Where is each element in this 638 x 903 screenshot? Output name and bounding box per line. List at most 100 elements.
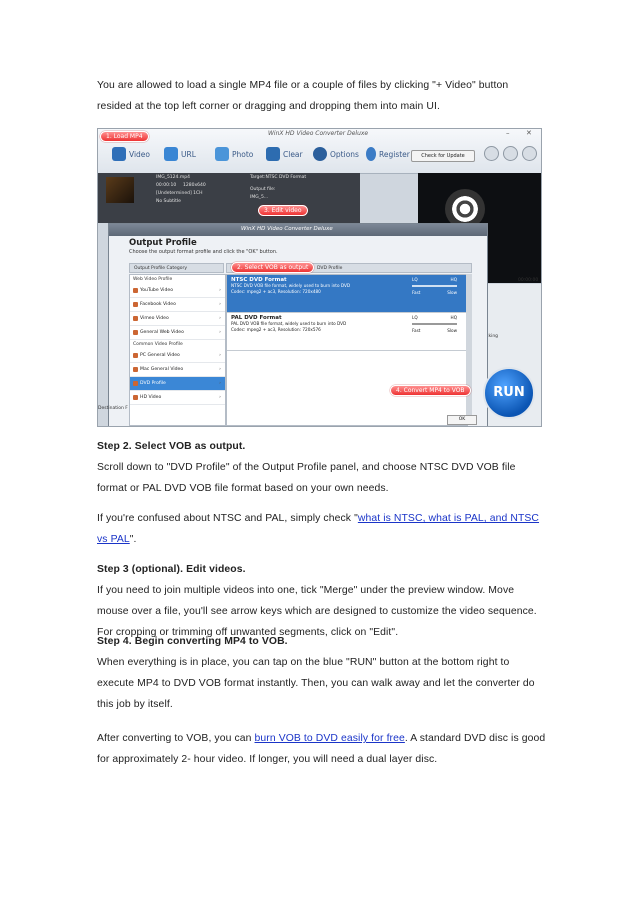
ntsc-paragraph: If you're confused about NTSC and PAL, s… bbox=[97, 508, 547, 550]
dialog-heading: Output Profile bbox=[129, 238, 197, 248]
photo-label: Photo bbox=[232, 149, 254, 159]
document-page: You are allowed to load a single MP4 fil… bbox=[0, 0, 638, 903]
lq-label: LQ bbox=[412, 277, 418, 282]
tools-icon bbox=[313, 147, 327, 161]
callout-select-vob: 2. Select VOB as output bbox=[231, 262, 315, 273]
add-url-button[interactable]: URL bbox=[164, 145, 196, 163]
video-thumbnail bbox=[106, 177, 134, 203]
intro-paragraph: You are allowed to load a single MP4 fil… bbox=[97, 75, 547, 117]
ntsc-line-2: vs PAL". bbox=[97, 529, 547, 550]
close-icon[interactable]: ✕ bbox=[526, 129, 532, 137]
target-format: Target:NTSC DVD Format bbox=[250, 175, 307, 180]
converter-screenshot: WinX HD Video Converter Deluxe – ✕ Video… bbox=[97, 128, 542, 427]
dialog-title: WinX HD Video Converter Deluxe bbox=[241, 226, 333, 232]
ntsc-pal-link-cont[interactable]: vs PAL bbox=[97, 534, 130, 545]
step4-section: Step 4. Begin converting MP4 to VOB. Whe… bbox=[97, 631, 547, 715]
callout-convert: 4. Convert MP4 to VOB bbox=[390, 385, 471, 396]
file-list-area bbox=[98, 173, 360, 223]
step2-line-1: Scroll down to "DVD Profile" of the Outp… bbox=[97, 462, 516, 473]
trash-icon bbox=[266, 147, 280, 161]
after-paragraph: After converting to VOB, you can burn VO… bbox=[97, 728, 547, 770]
home-icon[interactable] bbox=[503, 146, 518, 161]
dialog-subtitle: Choose the output format profile and cli… bbox=[129, 249, 278, 255]
category-list: Web Video Profile YouTube Video Facebook… bbox=[129, 274, 226, 426]
film-plus-icon bbox=[112, 147, 126, 161]
add-photo-button[interactable]: Photo bbox=[215, 145, 253, 163]
step4-line-2: execute MP4 to DVD VOB format instantly.… bbox=[97, 678, 535, 689]
destination-folder-label: Destination F bbox=[98, 406, 128, 411]
run-button[interactable]: RUN bbox=[483, 367, 535, 419]
file-subtitle: No Subtitle bbox=[156, 199, 181, 204]
quality-slider[interactable]: LQ HQ Fast Slow bbox=[412, 315, 457, 333]
step2-section: Step 2. Select VOB as output. Scroll dow… bbox=[97, 436, 547, 499]
slow-label: Slow bbox=[447, 290, 457, 295]
check-update-button[interactable]: Check for Update bbox=[411, 150, 475, 162]
category-mac-general[interactable]: Mac General Video bbox=[130, 363, 225, 377]
fast-label: Fast bbox=[412, 290, 421, 295]
step2-heading: Step 2. Select VOB as output. bbox=[97, 441, 246, 452]
register-label: Register bbox=[379, 149, 410, 159]
step3-line-1: If you need to join multiple videos into… bbox=[97, 585, 515, 596]
step3-line-2: mouse over a file, you'll see arrow keys… bbox=[97, 606, 537, 617]
youtube-icon bbox=[164, 147, 178, 161]
format-scrollbar[interactable] bbox=[466, 274, 472, 424]
window-title: WinX HD Video Converter Deluxe bbox=[268, 130, 369, 137]
file-duration: 00:00:10 bbox=[156, 183, 177, 188]
hq-label: HQ bbox=[450, 277, 457, 282]
dialog-titlebar: WinX HD Video Converter Deluxe bbox=[109, 224, 487, 236]
file-resolution: 1280x640 bbox=[183, 183, 206, 188]
burn-vob-link[interactable]: burn VOB to DVD easily for free bbox=[255, 733, 405, 744]
format-list: NTSC DVD Format NTSC DVD VOB file format… bbox=[226, 274, 468, 426]
after-text-end: . A standard DVD disc is good bbox=[404, 733, 546, 744]
clear-label: Clear bbox=[283, 149, 303, 159]
output-profile-dialog: WinX HD Video Converter Deluxe Output Pr… bbox=[108, 223, 488, 426]
group-web-label: Web Video Profile bbox=[133, 277, 173, 282]
slow-label: Slow bbox=[447, 328, 457, 333]
intro-line-2: resided at the top left corner or draggi… bbox=[97, 101, 440, 112]
category-column-header: Output Profile Category bbox=[129, 263, 224, 273]
preview-time: 00:00:00 bbox=[518, 278, 539, 283]
url-label: URL bbox=[181, 149, 196, 159]
gear-icon[interactable] bbox=[522, 146, 537, 161]
quality-slider[interactable]: LQ HQ Fast Slow bbox=[412, 277, 457, 295]
category-youtube[interactable]: YouTube Video bbox=[130, 284, 225, 298]
callout-load-mp4: 1. Load MP4 bbox=[100, 131, 149, 142]
format-pal-dvd[interactable]: PAL DVD Format PAL DVD VOB file format, … bbox=[227, 313, 467, 351]
step4-line-3: this job by itself. bbox=[97, 699, 173, 710]
after-line-2: for approximately 2- hour video. If long… bbox=[97, 754, 438, 765]
options-button[interactable]: Options bbox=[313, 145, 359, 163]
hq-label: HQ bbox=[450, 315, 457, 320]
add-video-button[interactable]: Video bbox=[112, 145, 150, 163]
category-vimeo[interactable]: Vimeo Video bbox=[130, 312, 225, 326]
after-text: After converting to VOB, you can bbox=[97, 733, 255, 744]
ntsc-text: If you're confused about NTSC and PAL, s… bbox=[97, 513, 358, 524]
step3-heading: Step 3 (optional). Edit videos. bbox=[97, 564, 246, 575]
step4-heading: Step 4. Begin converting MP4 to VOB. bbox=[97, 636, 288, 647]
category-hd-video[interactable]: HD Video bbox=[130, 391, 225, 405]
format-ntsc-dvd[interactable]: NTSC DVD Format NTSC DVD VOB file format… bbox=[227, 275, 467, 313]
step4-line-1: When everything is in place, you can tap… bbox=[97, 657, 510, 668]
category-dvd-profile[interactable]: DVD Profile bbox=[130, 377, 225, 391]
category-general-web[interactable]: General Web Video bbox=[130, 326, 225, 340]
minimize-icon[interactable]: – bbox=[506, 129, 510, 137]
after-line-1: After converting to VOB, you can burn VO… bbox=[97, 728, 547, 749]
clear-button[interactable]: Clear bbox=[266, 145, 303, 163]
lq-label: LQ bbox=[412, 315, 418, 320]
step2-line-2: format or PAL DVD VOB file format based … bbox=[97, 483, 389, 494]
app-toolbar: WinX HD Video Converter Deluxe – ✕ Video… bbox=[98, 129, 541, 174]
file-audio: [Undetermined] 1CH bbox=[156, 191, 203, 196]
photo-icon bbox=[215, 147, 229, 161]
info-icon[interactable] bbox=[484, 146, 499, 161]
ntsc-pal-link[interactable]: what is NTSC, what is PAL, and NTSC bbox=[358, 513, 539, 524]
output-file-name: IMG_5... bbox=[250, 195, 269, 200]
category-facebook[interactable]: Facebook Video bbox=[130, 298, 225, 312]
video-label: Video bbox=[129, 149, 151, 159]
output-file-label: Output file: bbox=[250, 187, 276, 192]
group-common-label: Common Video Profile bbox=[133, 342, 183, 347]
category-pc-general[interactable]: PC General Video bbox=[130, 349, 225, 363]
fast-label: Fast bbox=[412, 328, 421, 333]
register-button[interactable]: Register bbox=[366, 145, 410, 163]
intro-line-1: You are allowed to load a single MP4 fil… bbox=[97, 80, 509, 91]
ok-button[interactable]: OK bbox=[447, 415, 477, 425]
callout-edit-video: 3. Edit video bbox=[258, 205, 308, 216]
